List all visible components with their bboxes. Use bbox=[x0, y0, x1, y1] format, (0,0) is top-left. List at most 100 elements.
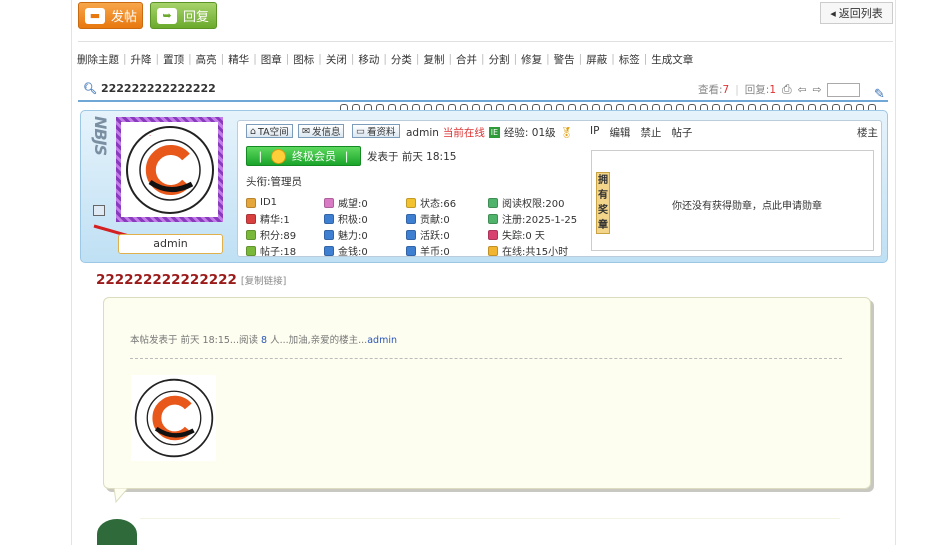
replies-label: 回复: bbox=[744, 84, 770, 96]
toolbar-separator: | bbox=[188, 53, 192, 65]
stat-item: 金钱:0 bbox=[324, 243, 406, 258]
toolbar-item[interactable]: 移动 bbox=[358, 52, 379, 67]
space-button[interactable]: ⌂ TA空间 bbox=[246, 124, 293, 138]
stat-icon bbox=[324, 229, 334, 240]
stat-item: 失踪:0 天 bbox=[488, 227, 598, 242]
back-to-list-button[interactable]: ◂ 返回列表 bbox=[820, 2, 893, 24]
toolbar-separator: | bbox=[643, 53, 648, 65]
stat-icon bbox=[406, 245, 416, 256]
author-action-link[interactable]: 编辑 bbox=[609, 125, 630, 140]
toolbar-separator: | bbox=[578, 53, 583, 65]
toolbar-separator: | bbox=[220, 53, 225, 65]
print-icon[interactable]: ⎙ bbox=[782, 82, 792, 97]
post-title: 222222222222222 bbox=[96, 272, 237, 288]
message-button[interactable]: ✉ 发信息 bbox=[298, 124, 345, 138]
stat-icon bbox=[488, 245, 498, 256]
home-icon: ⌂ bbox=[250, 125, 257, 137]
thread-title-bar: 🔍︎ 222222222222222 查看: 7 | 回复: 1 ⎙ ⇦ ⇨ bbox=[78, 80, 893, 100]
toolbar-separator: | bbox=[448, 53, 453, 65]
toolbar-item[interactable]: 标签 bbox=[619, 52, 640, 67]
exp-text: 经验: 01级 bbox=[503, 127, 556, 139]
author-action-link[interactable]: 禁止 bbox=[640, 125, 661, 140]
title-underline bbox=[78, 100, 888, 102]
toolbar-item[interactable]: 合并 bbox=[456, 52, 477, 67]
profile-button[interactable]: ▭ 看资料 bbox=[352, 124, 400, 138]
toolbar-item[interactable]: 警告 bbox=[554, 52, 575, 67]
toolbar-item[interactable]: 高亮 bbox=[196, 52, 217, 67]
toolbar-separator: | bbox=[285, 53, 290, 65]
stat-text: 威望:0 bbox=[338, 199, 368, 210]
stat-icon bbox=[488, 229, 498, 240]
online-status: 当前在线 bbox=[442, 127, 485, 139]
svg-text:·: · bbox=[149, 132, 151, 140]
stat-text: 积极:0 bbox=[338, 215, 368, 226]
author-actions: IP 编辑 禁止 帖子 bbox=[590, 125, 692, 140]
stat-item: 帖子:18 bbox=[246, 243, 324, 258]
author-action-link[interactable]: 帖子 bbox=[671, 125, 692, 140]
stat-icon bbox=[246, 213, 256, 224]
toolbar-item[interactable]: 图标 bbox=[293, 52, 314, 67]
id-card-icon[interactable] bbox=[93, 205, 105, 216]
medal-icon: 🏅︎ bbox=[559, 127, 573, 139]
post-image[interactable] bbox=[131, 375, 216, 461]
stat-icon bbox=[324, 213, 334, 224]
copy-link[interactable]: [复制链接] bbox=[241, 273, 286, 287]
replies-count: 1 bbox=[769, 83, 777, 96]
post-new-button[interactable]: ▬ 发帖 bbox=[78, 2, 143, 29]
author-avatar-frame[interactable]: · bbox=[116, 117, 223, 222]
next-thread-icon[interactable]: ⇨ bbox=[812, 84, 821, 96]
reply-button[interactable]: ➥ 回复 bbox=[150, 2, 217, 29]
space-label: TA空间 bbox=[258, 127, 289, 138]
toolbar-item[interactable]: 修复 bbox=[521, 52, 542, 67]
toolbar-item[interactable]: 升降 bbox=[131, 52, 152, 67]
author-title: 头衔:管理员 bbox=[246, 176, 303, 188]
caret-left-icon: ◂ bbox=[830, 6, 836, 20]
stat-item: 注册:2025-1-25 bbox=[488, 211, 598, 226]
divider bbox=[140, 518, 840, 519]
stat-text: ID1 bbox=[260, 197, 278, 208]
toolbar-separator: | bbox=[513, 53, 518, 65]
stat-text: 贡献:0 bbox=[420, 215, 450, 226]
toolbar-item[interactable]: 关闭 bbox=[326, 52, 347, 67]
stat-icon bbox=[406, 197, 416, 208]
profile-label: 看资料 bbox=[366, 127, 396, 138]
toolbar-item[interactable]: 屏蔽 bbox=[586, 52, 607, 67]
bubble-tail bbox=[114, 488, 129, 504]
author-name-plate[interactable]: admin bbox=[118, 234, 223, 254]
back-to-list-label: 返回列表 bbox=[838, 7, 883, 20]
page-jump-input[interactable] bbox=[827, 82, 861, 97]
toolbar-item[interactable]: 图章 bbox=[261, 52, 282, 67]
toolbar-item[interactable]: 分类 bbox=[391, 52, 412, 67]
toolbar-separator: | bbox=[481, 53, 485, 65]
post-author-link[interactable]: admin bbox=[367, 335, 397, 346]
avatar-logo-icon: · bbox=[125, 125, 214, 214]
medal-apply-link[interactable]: 你还没有获得勋章，点此申请勋章 bbox=[672, 197, 822, 212]
author-action-link[interactable]: IP bbox=[590, 125, 599, 140]
stat-item: 在线:共15小时 bbox=[488, 243, 598, 258]
prev-thread-icon[interactable]: ⇦ bbox=[798, 84, 807, 96]
stat-text: 金钱:0 bbox=[338, 247, 368, 258]
toolbar-item[interactable]: 删除主题 bbox=[77, 52, 119, 67]
stat-item: 贡献:0 bbox=[406, 211, 488, 226]
stat-text: 帖子:18 bbox=[260, 247, 297, 258]
stat-icon bbox=[246, 197, 256, 208]
edit-pen-icon[interactable]: ✎ bbox=[874, 87, 885, 102]
stat-icon bbox=[324, 245, 334, 256]
toolbar-item[interactable]: 置顶 bbox=[163, 52, 184, 67]
stat-icon bbox=[406, 229, 416, 240]
toolbar-separator: | bbox=[383, 53, 387, 65]
stat-item: 魅力:0 bbox=[324, 227, 406, 242]
toolbar-item[interactable]: 分割 bbox=[489, 52, 510, 67]
stat-text: 魅力:0 bbox=[338, 231, 368, 242]
stat-icon bbox=[246, 229, 256, 240]
next-post-avatar[interactable] bbox=[97, 519, 137, 545]
stat-text: 失踪:0 天 bbox=[502, 231, 545, 242]
toolbar-item[interactable]: 复制 bbox=[423, 52, 444, 67]
stat-text: 在线:共15小时 bbox=[502, 247, 569, 258]
author-name[interactable]: admin bbox=[406, 127, 439, 139]
views-count: 7 bbox=[722, 83, 730, 96]
stat-item: 威望:0 bbox=[324, 195, 406, 210]
toolbar-item[interactable]: 精华 bbox=[228, 52, 249, 67]
toolbar-item[interactable]: 生成文章 bbox=[651, 52, 693, 67]
post-meta: 本帖发表于 前天 18:15...阅读 8 人...加油,亲爱的楼主...adm… bbox=[130, 332, 397, 346]
